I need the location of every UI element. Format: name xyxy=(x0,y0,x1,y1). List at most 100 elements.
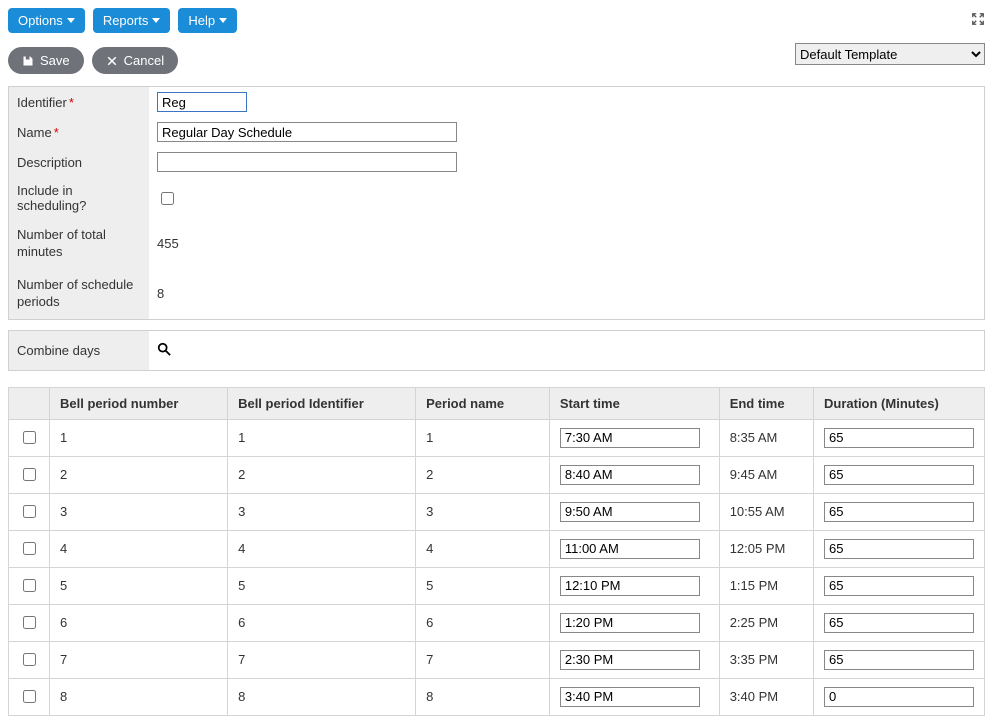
table-row: 6662:25 PM xyxy=(9,604,985,641)
duration-input[interactable] xyxy=(824,465,974,485)
description-input[interactable] xyxy=(157,152,457,172)
end-time-cell: 2:25 PM xyxy=(719,604,813,641)
total-minutes-value: 455 xyxy=(157,236,179,251)
start-time-input[interactable] xyxy=(560,687,700,707)
top-menu-bar: Options Reports Help xyxy=(8,8,985,43)
row-checkbox[interactable] xyxy=(23,616,36,629)
bell-number-cell: 8 xyxy=(50,678,228,715)
bell-identifier-header: Bell period Identifier xyxy=(228,387,416,419)
reports-menu[interactable]: Reports xyxy=(93,8,171,33)
duration-header: Duration (Minutes) xyxy=(814,387,985,419)
close-icon xyxy=(106,55,118,67)
combine-days-label: Combine days xyxy=(9,331,149,370)
row-checkbox[interactable] xyxy=(23,579,36,592)
action-bar: Save Cancel Default Template xyxy=(8,43,985,86)
schedule-periods-label: Number of schedule periods xyxy=(9,269,149,319)
end-time-header: End time xyxy=(719,387,813,419)
table-row: 44412:05 PM xyxy=(9,530,985,567)
table-row: 5551:15 PM xyxy=(9,567,985,604)
end-time-cell: 10:55 AM xyxy=(719,493,813,530)
name-label: Name* xyxy=(9,117,149,147)
row-checkbox[interactable] xyxy=(23,690,36,703)
include-scheduling-checkbox[interactable] xyxy=(161,192,174,205)
identifier-input[interactable] xyxy=(157,92,247,112)
table-row: 8883:40 PM xyxy=(9,678,985,715)
total-minutes-label: Number of total minutes xyxy=(9,219,149,269)
bell-number-cell: 3 xyxy=(50,493,228,530)
cancel-button[interactable]: Cancel xyxy=(92,47,178,74)
period-name-cell: 6 xyxy=(416,604,550,641)
description-label: Description xyxy=(9,147,149,177)
bell-identifier-cell: 4 xyxy=(228,530,416,567)
table-row: 33310:55 AM xyxy=(9,493,985,530)
end-time-cell: 8:35 AM xyxy=(719,419,813,456)
period-name-header: Period name xyxy=(416,387,550,419)
table-row: 2229:45 AM xyxy=(9,456,985,493)
bell-identifier-cell: 8 xyxy=(228,678,416,715)
bell-number-cell: 2 xyxy=(50,456,228,493)
bell-identifier-cell: 5 xyxy=(228,567,416,604)
include-scheduling-label: Include in scheduling? xyxy=(9,177,149,219)
table-row: 7773:35 PM xyxy=(9,641,985,678)
help-menu[interactable]: Help xyxy=(178,8,237,33)
row-checkbox[interactable] xyxy=(23,542,36,555)
checkbox-header xyxy=(9,387,50,419)
duration-input[interactable] xyxy=(824,687,974,707)
duration-input[interactable] xyxy=(824,576,974,596)
period-name-cell: 8 xyxy=(416,678,550,715)
start-time-input[interactable] xyxy=(560,539,700,559)
help-label: Help xyxy=(188,13,215,28)
save-button[interactable]: Save xyxy=(8,47,84,74)
reports-label: Reports xyxy=(103,13,149,28)
start-time-input[interactable] xyxy=(560,428,700,448)
end-time-cell: 3:40 PM xyxy=(719,678,813,715)
duration-input[interactable] xyxy=(824,428,974,448)
identifier-label: Identifier* xyxy=(9,87,149,117)
cancel-label: Cancel xyxy=(124,53,164,68)
period-name-cell: 2 xyxy=(416,456,550,493)
duration-input[interactable] xyxy=(824,613,974,633)
caret-down-icon xyxy=(219,18,227,23)
template-select[interactable]: Default Template xyxy=(795,43,985,65)
end-time-cell: 9:45 AM xyxy=(719,456,813,493)
options-menu[interactable]: Options xyxy=(8,8,85,33)
bell-number-cell: 4 xyxy=(50,530,228,567)
search-icon[interactable] xyxy=(157,342,171,359)
row-checkbox[interactable] xyxy=(23,653,36,666)
caret-down-icon xyxy=(152,18,160,23)
bell-identifier-cell: 2 xyxy=(228,456,416,493)
name-input[interactable] xyxy=(157,122,457,142)
start-time-input[interactable] xyxy=(560,576,700,596)
bell-identifier-cell: 6 xyxy=(228,604,416,641)
bell-number-header: Bell period number xyxy=(50,387,228,419)
period-name-cell: 4 xyxy=(416,530,550,567)
start-time-input[interactable] xyxy=(560,465,700,485)
period-name-cell: 3 xyxy=(416,493,550,530)
row-checkbox[interactable] xyxy=(23,468,36,481)
duration-input[interactable] xyxy=(824,502,974,522)
end-time-cell: 3:35 PM xyxy=(719,641,813,678)
bell-number-cell: 6 xyxy=(50,604,228,641)
bell-identifier-cell: 1 xyxy=(228,419,416,456)
start-time-input[interactable] xyxy=(560,613,700,633)
row-checkbox[interactable] xyxy=(23,505,36,518)
period-name-cell: 5 xyxy=(416,567,550,604)
end-time-cell: 1:15 PM xyxy=(719,567,813,604)
bell-number-cell: 7 xyxy=(50,641,228,678)
duration-input[interactable] xyxy=(824,539,974,559)
save-label: Save xyxy=(40,53,70,68)
save-icon xyxy=(22,55,34,67)
bell-number-cell: 5 xyxy=(50,567,228,604)
periods-table: Bell period number Bell period Identifie… xyxy=(8,387,985,716)
options-label: Options xyxy=(18,13,63,28)
table-row: 1118:35 AM xyxy=(9,419,985,456)
expand-icon[interactable] xyxy=(971,12,985,26)
caret-down-icon xyxy=(67,18,75,23)
form-panel: Identifier* Name* Description Include in… xyxy=(8,86,985,320)
row-checkbox[interactable] xyxy=(23,431,36,444)
start-time-input[interactable] xyxy=(560,650,700,670)
duration-input[interactable] xyxy=(824,650,974,670)
table-header-row: Bell period number Bell period Identifie… xyxy=(9,387,985,419)
schedule-periods-value: 8 xyxy=(157,286,164,301)
start-time-input[interactable] xyxy=(560,502,700,522)
